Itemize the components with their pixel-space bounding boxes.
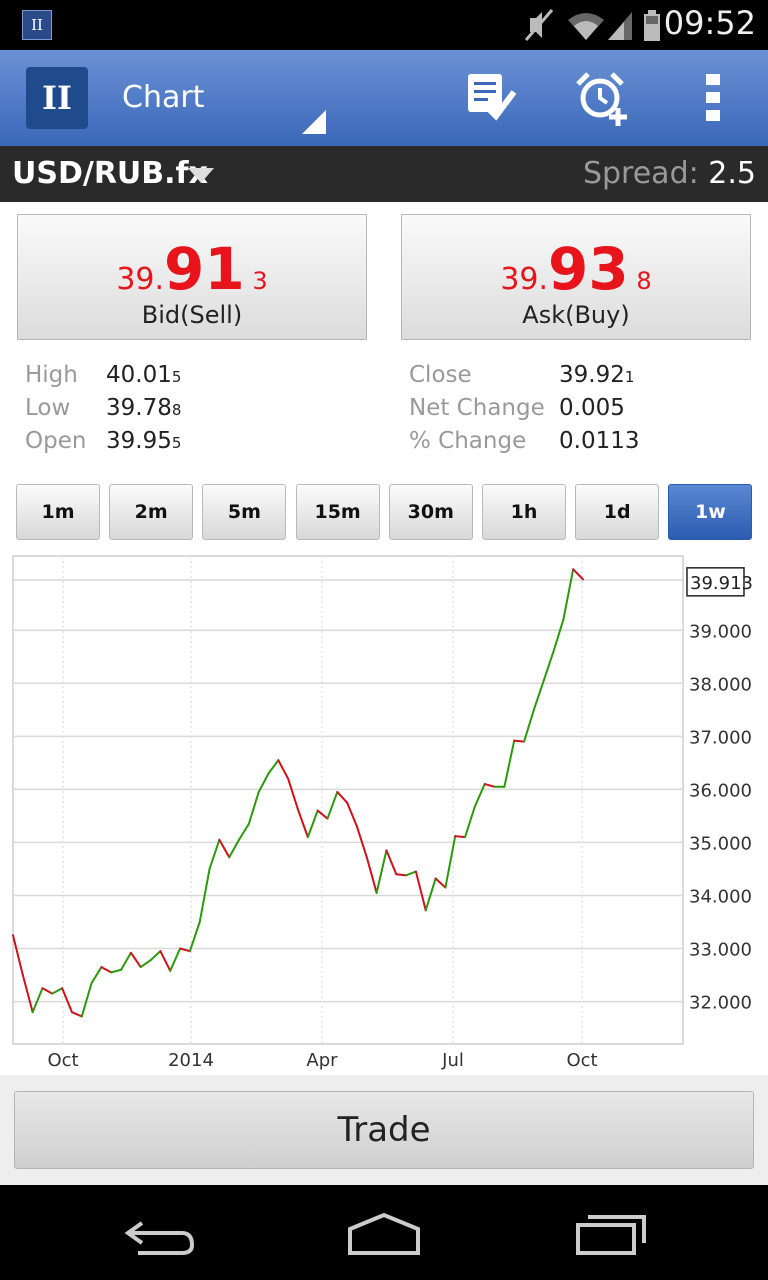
trade-panel: Trade [0, 1075, 768, 1185]
ask-price: 39.93 8 [500, 235, 652, 303]
x-tick-label: 2014 [168, 1050, 214, 1071]
stat-row-pct-change: % Change 0.0113 [409, 428, 640, 454]
y-tick-label: 33.000 [689, 940, 752, 961]
order-list-icon[interactable] [462, 70, 518, 126]
stat-row-low: Low 39.788 [25, 395, 182, 421]
action-bar: II Chart [0, 50, 768, 146]
stat-row-close: Close 39.921 [409, 362, 635, 388]
price-segment [513, 739, 526, 743]
spread-readout: Spread: 2.5 [583, 156, 756, 191]
recent-apps-icon[interactable] [566, 1207, 662, 1259]
timeframe-button-30m[interactable]: 30m [388, 484, 473, 540]
timeframe-button-5m[interactable]: 5m [202, 484, 287, 540]
mute-icon [524, 9, 554, 41]
symbol-bar: USD/RUB.fx Spread: 2.5 [0, 146, 768, 202]
y-tick-label: 38.000 [689, 674, 752, 695]
battery-icon [644, 10, 660, 41]
app-logo[interactable]: II [26, 67, 88, 129]
chevron-down-icon[interactable] [188, 168, 214, 183]
home-icon[interactable] [336, 1207, 432, 1259]
price-chart[interactable]: 39.000 38.000 37.000 36.000 35.000 34.000 33.0… [0, 550, 768, 1075]
stats-right: Close 39.921 Net Change 0.005 % Change 0.01… [409, 362, 759, 461]
stat-row-net-change: Net Change 0.005 [409, 395, 625, 421]
overflow-menu-icon[interactable] [686, 70, 742, 126]
x-tick-label: Oct [47, 1050, 78, 1071]
y-tick-label: 34.000 [689, 886, 752, 907]
x-tick-label: Jul [441, 1050, 464, 1071]
trade-button[interactable]: Trade [14, 1091, 754, 1169]
y-tick-label: 39.000 [689, 621, 752, 642]
alarm-add-icon[interactable] [574, 70, 630, 126]
bid-sell-button[interactable]: 39.91 3 Bid(Sell) [17, 214, 367, 340]
status-clock: 09:52 [663, 4, 756, 42]
x-tick-label: Apr [306, 1050, 338, 1071]
app-notification-icon: II [22, 10, 52, 40]
x-tick-label: Oct [566, 1050, 597, 1071]
timeframe-button-1h[interactable]: 1h [482, 484, 566, 540]
price-segment [454, 835, 467, 839]
signal-icon [608, 12, 632, 40]
status-icons [524, 9, 660, 41]
stat-row-high: High 40.015 [25, 362, 182, 388]
timeframe-button-1m[interactable]: 1m [16, 484, 100, 540]
timeframe-button-2m[interactable]: 2m [109, 484, 194, 540]
navigation-bar [0, 1185, 768, 1280]
timeframe-button-15m[interactable]: 15m [295, 484, 380, 540]
status-bar: II 09:52 [0, 0, 768, 50]
spread-value: 2.5 [708, 156, 756, 191]
y-tick-label: 37.000 [689, 727, 752, 748]
symbol-selector[interactable]: USD/RUB.fx [12, 156, 208, 191]
stats-left: High 40.015 Low 39.788 Open 39.955 [25, 362, 365, 461]
wifi-icon [568, 13, 604, 40]
y-tick-label: 35.000 [689, 833, 752, 854]
back-icon[interactable] [112, 1207, 208, 1259]
y-tick-label: 36.000 [689, 780, 752, 801]
y-tick-label: 32.000 [689, 993, 752, 1014]
timeframe-button-1w[interactable]: 1w [668, 484, 753, 540]
ask-buy-button[interactable]: 39.93 8 Ask(Buy) [401, 214, 751, 340]
dropdown-corner-icon[interactable] [302, 110, 326, 134]
screen-title[interactable]: Chart [122, 80, 204, 115]
last-price-label: 39.913 [690, 573, 753, 594]
timeframe-button-1d[interactable]: 1d [575, 484, 660, 540]
price-segment [395, 873, 408, 877]
ask-label: Ask(Buy) [522, 301, 630, 329]
spread-label: Spread: [582, 156, 699, 191]
stat-row-open: Open 39.955 [25, 428, 182, 454]
bid-price: 39.91 3 [116, 235, 268, 303]
bid-label: Bid(Sell) [141, 301, 243, 329]
